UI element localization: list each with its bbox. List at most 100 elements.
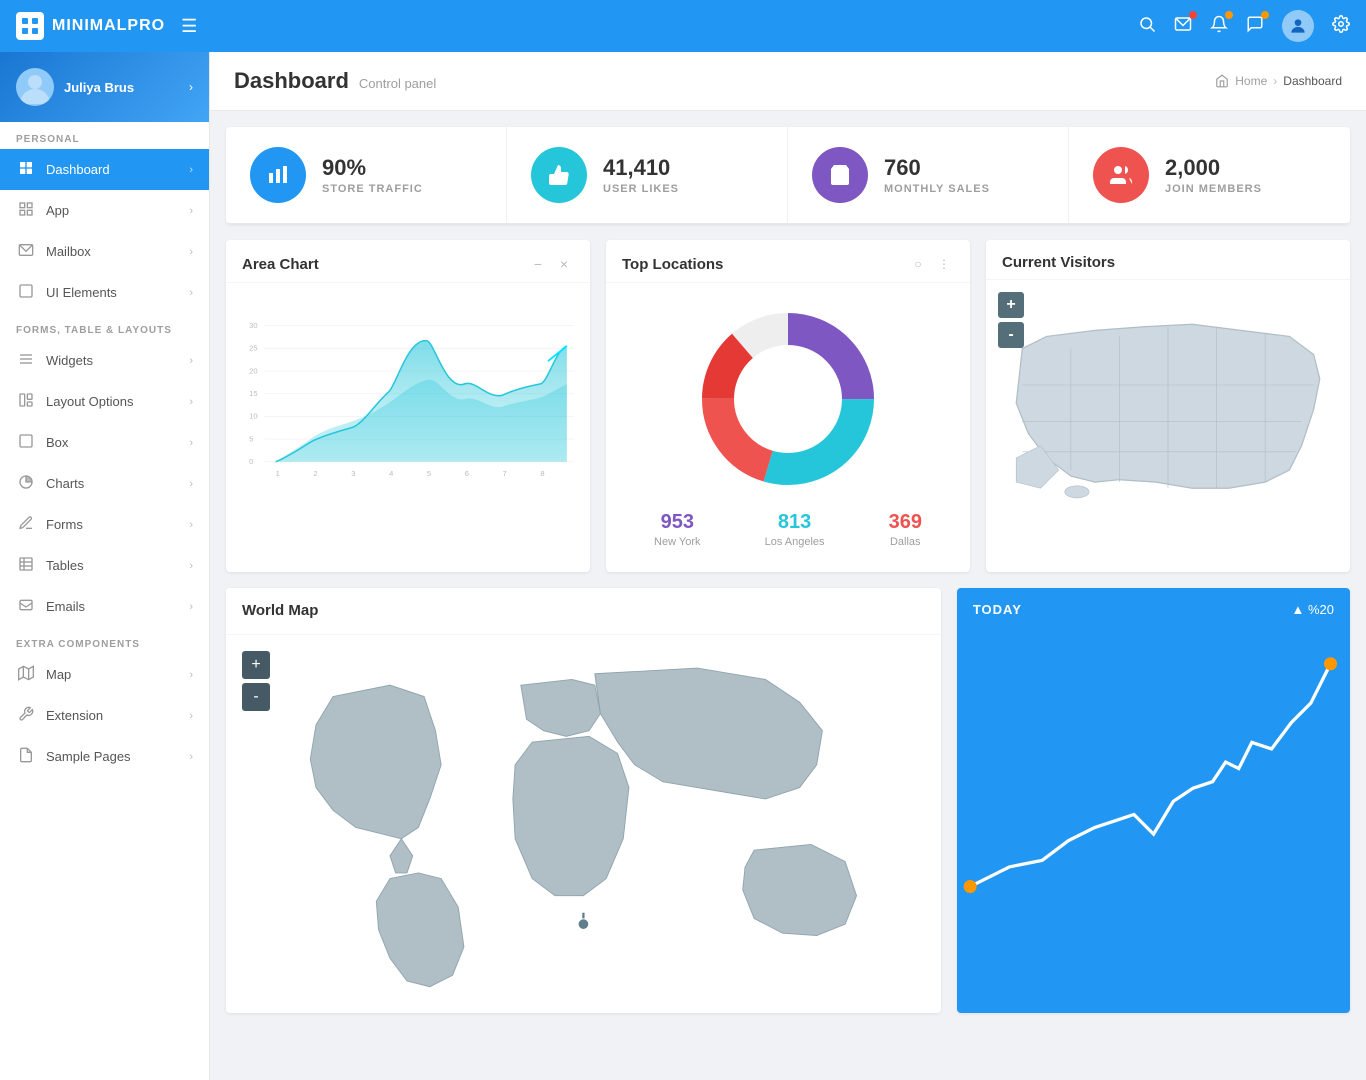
world-zoom-out-button[interactable]: - xyxy=(242,683,270,711)
donut-stats: 953 New York 813 Los Angeles 369 Dallas xyxy=(622,499,954,556)
zoom-in-button[interactable]: + xyxy=(998,292,1024,318)
stat-dallas-label: Dallas xyxy=(889,536,922,548)
area-chart-card: Area Chart − × 30 25 20 15 10 5 xyxy=(226,240,590,572)
logo: MINIMALPRO xyxy=(16,12,165,40)
sidebar-item-sample-pages[interactable]: Sample Pages › xyxy=(0,736,209,777)
ui-elements-icon xyxy=(16,283,36,302)
sidebar-user[interactable]: Juliya Brus › xyxy=(0,52,209,122)
sidebar-item-box[interactable]: Box › xyxy=(0,422,209,463)
stat-value: 41,410 xyxy=(603,155,679,181)
stat-card-user-likes: 41,410 USER LIKES xyxy=(507,127,788,223)
us-map-svg xyxy=(998,300,1338,519)
widgets-icon xyxy=(16,351,36,370)
stat-la-value: 813 xyxy=(765,511,825,534)
svg-text:30: 30 xyxy=(249,321,257,330)
stat-newyork-label: New York xyxy=(654,536,700,548)
world-map-svg xyxy=(242,651,925,992)
content-header: Dashboard Control panel Home › Dashboard xyxy=(210,52,1366,111)
svg-text:10: 10 xyxy=(249,412,257,421)
extension-icon xyxy=(16,706,36,725)
chevron-right-icon: › xyxy=(189,478,193,490)
hamburger-icon[interactable]: ☰ xyxy=(181,16,197,37)
sidebar-item-label: Mailbox xyxy=(46,244,189,259)
current-visitors-header: Current Visitors xyxy=(986,240,1350,280)
sidebar-item-tables[interactable]: Tables › xyxy=(0,545,209,586)
sidebar-item-emails[interactable]: Emails › xyxy=(0,586,209,627)
page-subtitle: Control panel xyxy=(359,76,436,91)
sidebar-item-label: Charts xyxy=(46,476,189,491)
minimize-button[interactable]: − xyxy=(528,254,548,274)
world-map-body: + - xyxy=(226,635,941,1013)
svg-text:5: 5 xyxy=(427,469,431,478)
chevron-right-icon: › xyxy=(189,355,193,367)
stat-label: JOIN MEMBERS xyxy=(1165,183,1262,195)
donut-chart-svg xyxy=(688,299,888,499)
forms-icon xyxy=(16,515,36,534)
store-traffic-icon-circle xyxy=(250,147,306,203)
search-icon[interactable] xyxy=(1138,15,1156,38)
donut-container: 953 New York 813 Los Angeles 369 Dallas xyxy=(606,283,970,572)
chevron-right-icon: › xyxy=(189,519,193,531)
sidebar-item-ui-elements[interactable]: UI Elements › xyxy=(0,272,209,313)
refresh-button[interactable]: ○ xyxy=(908,254,928,274)
notification-icon[interactable] xyxy=(1210,15,1228,38)
user-likes-icon-circle xyxy=(531,147,587,203)
chevron-right-icon: › xyxy=(189,560,193,572)
current-visitors-title: Current Visitors xyxy=(1002,254,1115,271)
sidebar-item-label: UI Elements xyxy=(46,285,189,300)
close-button[interactable]: × xyxy=(554,254,574,274)
stat-label: USER LIKES xyxy=(603,183,679,195)
sidebar-item-mailbox[interactable]: Mailbox › xyxy=(0,231,209,272)
stat-card-store-traffic: 90% STORE TRAFFIC xyxy=(226,127,507,223)
chevron-right-icon: › xyxy=(189,601,193,613)
chat-icon[interactable] xyxy=(1246,15,1264,38)
stat-info: 41,410 USER LIKES xyxy=(603,155,679,195)
sidebar-item-widgets[interactable]: Widgets › xyxy=(0,340,209,381)
sidebar-item-app[interactable]: App › xyxy=(0,190,209,231)
sidebar-section-personal: PERSONAL Dashboard › App › Mailbox xyxy=(0,122,209,313)
svg-text:3: 3 xyxy=(351,469,355,478)
sidebar-user-avatar xyxy=(16,68,54,106)
chevron-right-icon: › xyxy=(189,751,193,763)
mail-icon[interactable] xyxy=(1174,15,1192,38)
sidebar-item-dashboard[interactable]: Dashboard › xyxy=(0,149,209,190)
menu-button[interactable]: ⋮ xyxy=(934,254,954,274)
sidebar-section-label-personal: PERSONAL xyxy=(0,122,209,149)
sidebar-item-charts[interactable]: Charts › xyxy=(0,463,209,504)
app-icon xyxy=(16,201,36,220)
chat-badge xyxy=(1261,11,1269,19)
donut-stat-newyork: 953 New York xyxy=(654,511,700,548)
svg-text:15: 15 xyxy=(249,389,257,398)
svg-text:6: 6 xyxy=(465,469,469,478)
mailbox-icon xyxy=(16,242,36,261)
breadcrumb-current: Dashboard xyxy=(1283,74,1342,88)
sidebar-item-label: Forms xyxy=(46,517,189,532)
bottom-row: World Map + - xyxy=(210,588,1366,1029)
stat-info: 760 MONTHLY SALES xyxy=(884,155,990,195)
chevron-right-icon: › xyxy=(189,437,193,449)
stat-info: 2,000 JOIN MEMBERS xyxy=(1165,155,1262,195)
breadcrumb-separator: › xyxy=(1273,74,1277,88)
mail-badge xyxy=(1189,11,1197,19)
stat-value: 2,000 xyxy=(1165,155,1262,181)
chevron-right-icon: › xyxy=(189,246,193,258)
world-zoom-in-button[interactable]: + xyxy=(242,651,270,679)
sidebar-item-label: Tables xyxy=(46,558,189,573)
avatar[interactable] xyxy=(1282,10,1314,42)
svg-text:5: 5 xyxy=(249,434,253,443)
sidebar-user-name: Juliya Brus xyxy=(64,80,179,95)
svg-text:7: 7 xyxy=(503,469,507,478)
sidebar-section-forms: FORMS, TABLE & LAYOUTS Widgets › Layout … xyxy=(0,313,209,627)
settings-icon[interactable] xyxy=(1332,15,1350,38)
sidebar-item-extension[interactable]: Extension › xyxy=(0,695,209,736)
stat-card-monthly-sales: 760 MONTHLY SALES xyxy=(788,127,1069,223)
top-locations-header: Top Locations ○ ⋮ xyxy=(606,240,970,283)
sidebar-user-chevron-icon: › xyxy=(189,80,193,94)
chevron-right-icon: › xyxy=(189,396,193,408)
area-chart-actions: − × xyxy=(528,254,574,274)
sidebar-item-forms[interactable]: Forms › xyxy=(0,504,209,545)
sidebar-item-layout-options[interactable]: Layout Options › xyxy=(0,381,209,422)
sidebar-item-label: Sample Pages xyxy=(46,749,189,764)
sidebar-item-map[interactable]: Map › xyxy=(0,654,209,695)
zoom-out-button[interactable]: - xyxy=(998,322,1024,348)
